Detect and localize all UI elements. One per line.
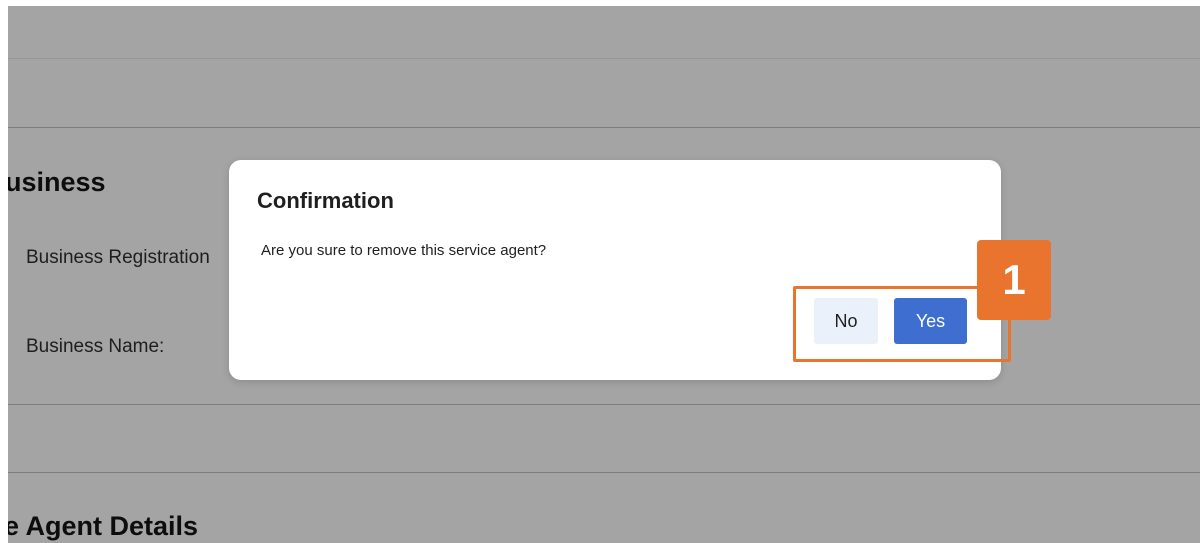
business-section-heading: usiness <box>8 167 106 197</box>
step-number-badge: 1 <box>977 240 1051 320</box>
business-registration-label: Business Registration <box>26 247 210 268</box>
dialog-message: Are you sure to remove this service agen… <box>261 242 547 259</box>
agent-details-section-heading: e Agent Details <box>8 511 199 541</box>
dialog-title: Confirmation <box>257 188 394 213</box>
left-edge <box>0 0 8 543</box>
business-name-label: Business Name: <box>26 336 165 357</box>
